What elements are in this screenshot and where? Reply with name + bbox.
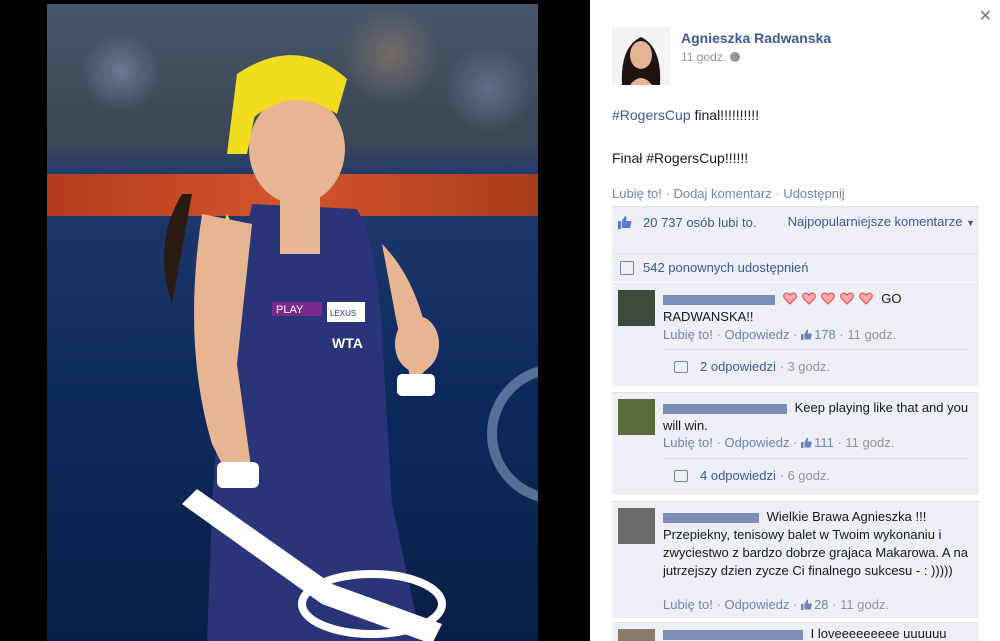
tennis-player-image: PLAY LEXUS WTA — [164, 55, 446, 641]
post-text-line1: #RogersCup final!!!!!!!!!! — [612, 107, 759, 123]
comment-item: Keep playing like that and you will win.… — [612, 392, 979, 495]
share-icon — [620, 261, 634, 275]
comment-text: Keep playing like that and you will win. — [663, 399, 971, 435]
comment-like-count[interactable]: 178 — [814, 327, 836, 342]
heart-icon — [820, 292, 835, 305]
commenter-name-redacted[interactable] — [663, 629, 803, 640]
replies-count[interactable]: 2 odpowiedzi — [700, 359, 776, 374]
comment-text: Wielkie Brawa Agnieszka !!! Przepiekny, … — [663, 508, 971, 580]
comment-text: I loveeeeeeeee uuuuuu — [663, 625, 971, 641]
close-icon[interactable]: ✕ — [979, 6, 992, 26]
thumbs-up-icon — [801, 329, 812, 340]
likes-summary: 20 737 osób lubi to. Najpopularniejsze k… — [612, 206, 979, 253]
svg-text:WTA: WTA — [332, 335, 363, 351]
commenter-name-redacted[interactable] — [663, 512, 759, 523]
comment-meta: Lubię to! · Odpowiedz · 28 · 11 godz. — [663, 597, 890, 612]
photo-viewer: PLAY LEXUS WTA — [0, 0, 590, 641]
heart-icon — [858, 292, 873, 305]
thumbs-up-icon — [801, 599, 812, 610]
heart-icon — [801, 292, 816, 305]
likes-count[interactable]: 20 737 osób lubi to. — [643, 214, 763, 231]
commenter-name-redacted[interactable] — [663, 403, 787, 414]
share-link[interactable]: Udostępnij — [783, 186, 844, 201]
comment-link[interactable]: Dodaj komentarz — [673, 186, 771, 201]
comment-meta: Lubię to! · Odpowiedz · 111 · 11 godz. — [663, 435, 895, 450]
reply-icon — [674, 470, 688, 482]
heart-icons — [782, 291, 878, 306]
replies-count[interactable]: 4 odpowiedzi — [700, 468, 776, 483]
replies-time: 6 godz. — [787, 468, 831, 483]
comment-time[interactable]: 11 godz. — [845, 435, 894, 450]
post-time[interactable]: 11 godz. — [681, 50, 741, 64]
comment-meta: Lubię to! · Odpowiedz · 178 · 11 godz. — [663, 327, 897, 342]
sort-comments-label[interactable]: Najpopularniejsze komentarze — [788, 214, 963, 229]
comment-item: GO RADWANSKA!! Lubię to! · Odpowiedz · 1… — [612, 283, 979, 386]
post-panel: ✕ Agnieszka Radwanska 11 godz. #RogersCu… — [590, 0, 1000, 641]
commenter-avatar[interactable] — [618, 629, 655, 641]
commenter-name-redacted[interactable] — [663, 294, 775, 305]
comment-reply-link[interactable]: Odpowiedz — [724, 327, 789, 342]
comment-time[interactable]: 11 godz. — [847, 327, 896, 342]
comment-body: I loveeeeeeeee uuuuuu — [810, 626, 947, 641]
like-link[interactable]: Lubię to! — [612, 186, 662, 201]
commenter-avatar[interactable] — [618, 508, 655, 544]
comment-like-link[interactable]: Lubię to! — [663, 327, 713, 342]
comment-reply-link[interactable]: Odpowiedz — [724, 435, 789, 450]
shares-count[interactable]: 542 ponownych udostępnień — [643, 260, 809, 275]
post-text-line2: Finał #RogersCup!!!!!! — [612, 150, 749, 166]
shares-summary: 542 ponownych udostępnień — [612, 253, 979, 282]
author-avatar[interactable] — [612, 27, 670, 85]
post-text-rest: final!!!!!!!!!! — [690, 107, 760, 123]
chevron-down-icon: ▼ — [966, 218, 975, 228]
comment-like-count[interactable]: 111 — [814, 435, 834, 450]
svg-text:LEXUS: LEXUS — [330, 309, 356, 318]
comment-like-link[interactable]: Lubię to! — [663, 435, 713, 450]
heart-icon — [782, 292, 797, 305]
comment-time[interactable]: 11 godz. — [840, 597, 889, 612]
comment-item: Wielkie Brawa Agnieszka !!! Przepiekny, … — [612, 501, 979, 618]
thumbs-up-icon — [801, 437, 812, 448]
post-photo[interactable]: PLAY LEXUS WTA — [47, 4, 538, 641]
comment-like-count[interactable]: 28 — [814, 597, 828, 612]
hashtag-link[interactable]: #RogersCup — [612, 107, 691, 123]
author-name[interactable]: Agnieszka Radwanska — [681, 30, 831, 46]
replies-link[interactable]: 2 odpowiedzi · 3 godz. — [664, 349, 970, 383]
mazda-logo — [487, 364, 538, 504]
replies-time: 3 godz. — [787, 359, 831, 374]
comment-text: GO RADWANSKA!! — [663, 290, 971, 326]
sort-comments-dropdown[interactable]: Najpopularniejsze komentarze ▼ — [788, 214, 975, 229]
comment-reply-link[interactable]: Odpowiedz — [724, 597, 789, 612]
heart-icon — [839, 292, 854, 305]
comment-like-link[interactable]: Lubię to! — [663, 597, 713, 612]
reply-icon — [674, 361, 688, 373]
thumbs-up-icon — [618, 216, 632, 229]
post-time-text[interactable]: 11 godz. — [681, 50, 726, 64]
comment-item: I loveeeeeeeee uuuuuu — [612, 622, 979, 641]
globe-icon — [730, 52, 741, 62]
commenter-avatar[interactable] — [618, 399, 655, 435]
replies-link[interactable]: 4 odpowiedzi · 6 godz. — [664, 458, 970, 492]
svg-text:PLAY: PLAY — [276, 304, 304, 316]
commenter-avatar[interactable] — [618, 290, 655, 326]
post-actions: Lubię to! · Dodaj komentarz · Udostępnij — [612, 186, 845, 201]
